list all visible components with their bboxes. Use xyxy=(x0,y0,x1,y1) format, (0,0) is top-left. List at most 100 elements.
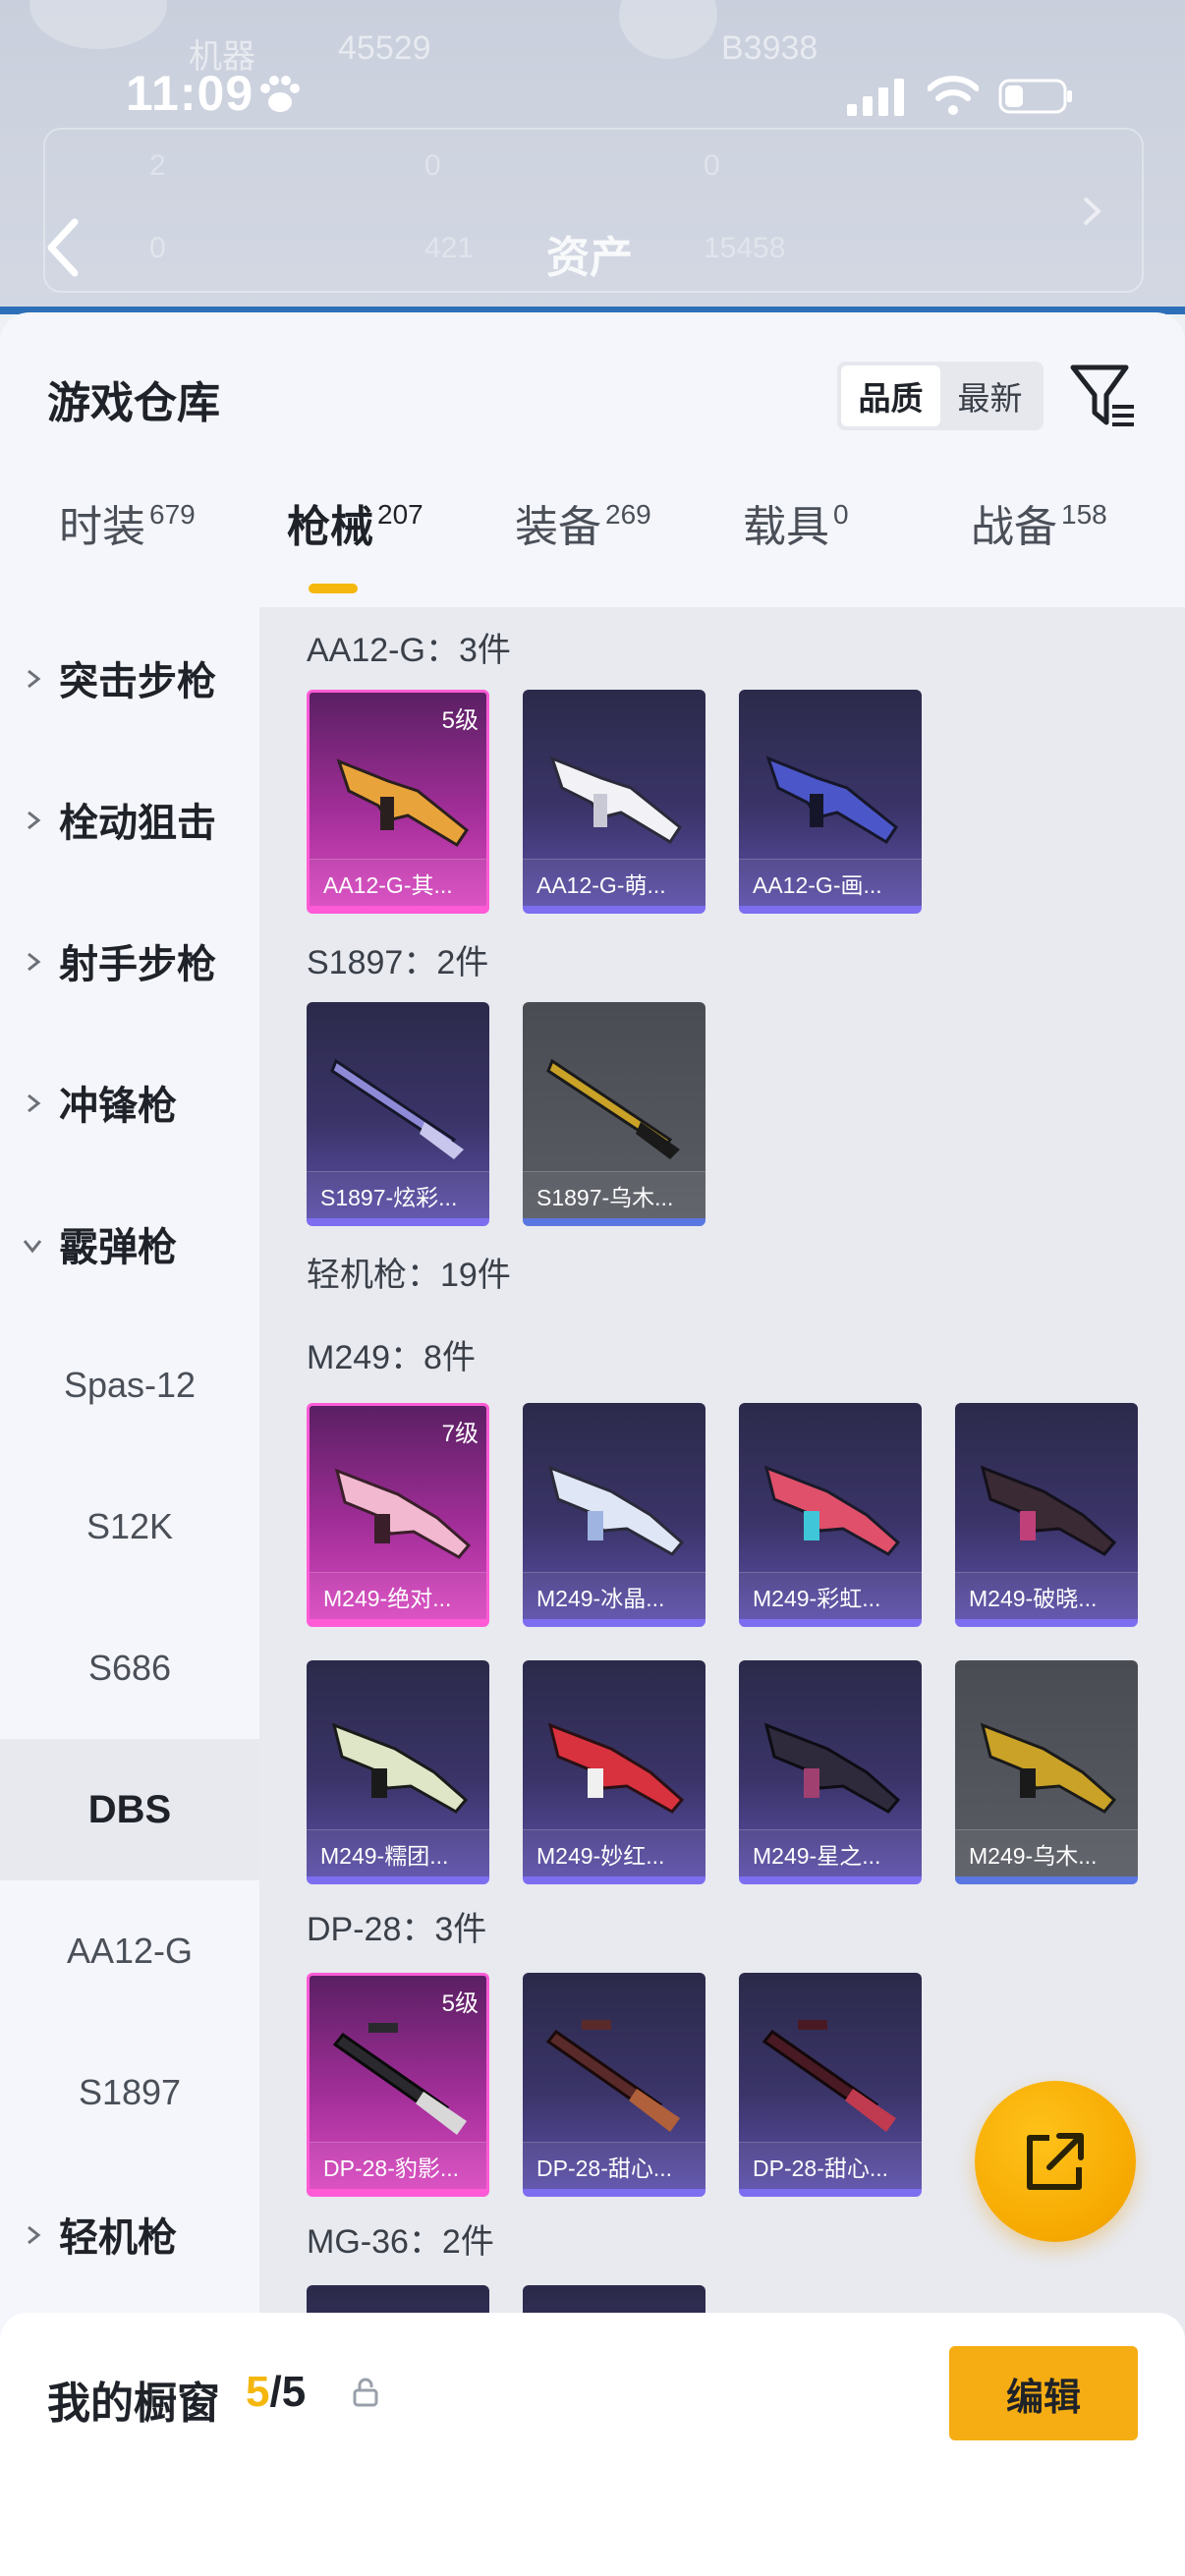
status-time: 11:09 xyxy=(126,66,254,121)
showcase-total-count: 5 xyxy=(281,2368,307,2416)
chevron-down-icon xyxy=(23,1240,42,1254)
skin-name: AA12-G-萌... xyxy=(523,859,705,906)
weapon-category-list: 突击步枪 栓动狙击 射手步枪 冲锋枪 霰弹枪 Spas-12 S12K S686… xyxy=(0,607,259,2576)
category-label: 射手步枪 xyxy=(59,943,216,986)
skin-card[interactable]: M249-冰晶... xyxy=(523,1403,705,1627)
skin-card[interactable]: M249-乌木... xyxy=(955,1660,1138,1884)
skin-name: DP-28-甜心... xyxy=(523,2142,705,2189)
game-warehouse-sheet: 游戏仓库 品质 最新 时装 679 枪械 207 装备 269 载具 0 战备 158 突… xyxy=(0,312,1185,2576)
bg-ghost-text: 45529 xyxy=(338,29,431,67)
bg-ghost-text: 2 xyxy=(149,149,166,182)
skin-level-badge: 5级 xyxy=(441,1990,479,2017)
skin-card[interactable]: AA12-G-萌... xyxy=(523,690,705,914)
skin-name: AA12-G-画... xyxy=(739,859,922,906)
edit-button[interactable]: 编辑 xyxy=(949,2346,1138,2440)
category-label: 栓动狙击 xyxy=(59,802,216,845)
section-title: S1897：2件 xyxy=(307,944,489,981)
subcategory-dbs[interactable]: DBS xyxy=(0,1739,259,1880)
skin-name: S1897-乌木... xyxy=(523,1171,705,1218)
category-shotgun[interactable]: 霰弹枪 xyxy=(0,1173,259,1315)
bg-avatar xyxy=(29,0,167,49)
tab-fashion[interactable]: 时装 679 xyxy=(59,491,196,589)
subcategory-s1897[interactable]: S1897 xyxy=(0,2022,259,2163)
skin-name: DP-28-豹影... xyxy=(310,2142,486,2189)
gun-skin-image xyxy=(763,1722,901,1814)
skin-name: S1897-炫彩... xyxy=(307,1171,489,1218)
skin-card[interactable]: S1897-乌木... xyxy=(523,1002,705,1226)
gun-skin-image xyxy=(762,2020,896,2132)
gun-skin-image xyxy=(765,756,899,845)
skin-card[interactable]: 7级 M249-绝对... xyxy=(307,1403,489,1627)
skin-card[interactable]: M249-妙红... xyxy=(523,1660,705,1884)
filter-icon[interactable] xyxy=(1069,362,1136,430)
skin-card[interactable]: DP-28-甜心... xyxy=(523,1973,705,2197)
category-lmg[interactable]: 轻机枪 xyxy=(0,2163,259,2305)
active-tab-indicator xyxy=(309,584,358,593)
tab-count: 269 xyxy=(605,499,651,530)
section-title: M249：8件 xyxy=(307,1339,476,1376)
sort-option-latest[interactable]: 最新 xyxy=(940,365,1040,426)
wifi-icon xyxy=(928,76,979,115)
tab-label: 装备 xyxy=(515,503,601,551)
skin-name: DP-28-甜心... xyxy=(739,2142,922,2189)
sort-option-quality[interactable]: 品质 xyxy=(841,365,940,426)
back-arrow-icon[interactable] xyxy=(43,218,83,277)
subcategory-spas-12[interactable]: Spas-12 xyxy=(0,1315,259,1456)
tab-battle-gear[interactable]: 战备 158 xyxy=(971,491,1107,589)
skin-card[interactable]: AA12-G-画... xyxy=(739,690,922,914)
gun-skin-image xyxy=(545,2020,680,2132)
category-smg[interactable]: 冲锋枪 xyxy=(0,1032,259,1173)
subcategory-s686[interactable]: S686 xyxy=(0,1597,259,1739)
category-tabs: 时装 679 枪械 207 装备 269 载具 0 战备 158 xyxy=(0,491,1185,609)
skin-card[interactable]: M249-彩虹... xyxy=(739,1403,922,1627)
chevron-right-icon xyxy=(28,811,41,830)
background-page-header: 机器 45529 B3938 11:09 2 0 0 0 421 15458 资… xyxy=(0,0,1185,314)
skin-card[interactable]: M249-破晓... xyxy=(955,1403,1138,1627)
tab-count: 207 xyxy=(377,499,423,530)
share-icon xyxy=(1027,2133,1084,2190)
skin-name: M249-妙红... xyxy=(523,1829,705,1876)
bg-ghost-text: 15458 xyxy=(704,232,786,264)
bg-ghost-text: 0 xyxy=(149,232,166,264)
sheet-title: 游戏仓库 xyxy=(47,379,220,427)
gun-skin-image xyxy=(763,1465,901,1556)
category-bolt-sniper[interactable]: 栓动狙击 xyxy=(0,749,259,890)
showcase-separator: / xyxy=(269,2368,282,2416)
skin-card[interactable]: S1897-炫彩... xyxy=(307,1002,489,1226)
section-title: AA12-G：3件 xyxy=(307,632,511,669)
skin-level-badge: 5级 xyxy=(441,707,479,734)
tab-count: 158 xyxy=(1061,499,1107,530)
sort-toggle: 品质 最新 xyxy=(837,362,1044,430)
battery-icon xyxy=(998,79,1072,114)
skin-name: M249-彩虹... xyxy=(739,1572,922,1619)
tab-vehicles[interactable]: 载具 0 xyxy=(743,491,849,589)
weapon-item-grid: AA12-G：3件 5级 AA12-G-其... AA12-G-萌... AA1… xyxy=(259,607,1185,2576)
category-marksman-rifle[interactable]: 射手步枪 xyxy=(0,890,259,1032)
skin-card[interactable]: M249-星之... xyxy=(739,1660,922,1884)
gun-skin-image xyxy=(547,1722,685,1814)
subcategory-s12k[interactable]: S12K xyxy=(0,1456,259,1597)
tab-label: 战备 xyxy=(971,503,1057,551)
showcase-count: 5/5 xyxy=(246,2368,306,2417)
bg-ghost-text: 421 xyxy=(424,232,475,264)
paw-icon xyxy=(260,76,300,112)
gun-skin-image xyxy=(549,756,683,845)
skin-level-badge: 7级 xyxy=(441,1421,479,1447)
skin-card[interactable]: M249-糯团... xyxy=(307,1660,489,1884)
share-button[interactable] xyxy=(975,2081,1136,2242)
skin-card[interactable]: 5级 AA12-G-其... xyxy=(307,690,489,914)
bg-page-title: 资产 xyxy=(546,234,633,282)
tab-count: 679 xyxy=(149,499,196,530)
category-assault-rifle[interactable]: 突击步枪 xyxy=(0,607,259,749)
skin-card[interactable]: DP-28-甜心... xyxy=(739,1973,922,2197)
tab-equipment[interactable]: 装备 269 xyxy=(515,491,651,589)
tab-firearms[interactable]: 枪械 207 xyxy=(287,491,423,589)
subcategory-aa12-g[interactable]: AA12-G xyxy=(0,1880,259,2022)
category-label: 轻机枪 xyxy=(59,2216,177,2260)
showcase-label: 我的橱窗 xyxy=(47,2380,220,2428)
gun-skin-image xyxy=(330,1058,464,1159)
bg-avatar xyxy=(619,0,717,59)
skin-name: M249-破晓... xyxy=(955,1572,1138,1619)
gun-skin-image xyxy=(334,1468,472,1559)
skin-card[interactable]: 5级 DP-28-豹影... xyxy=(307,1973,489,2197)
